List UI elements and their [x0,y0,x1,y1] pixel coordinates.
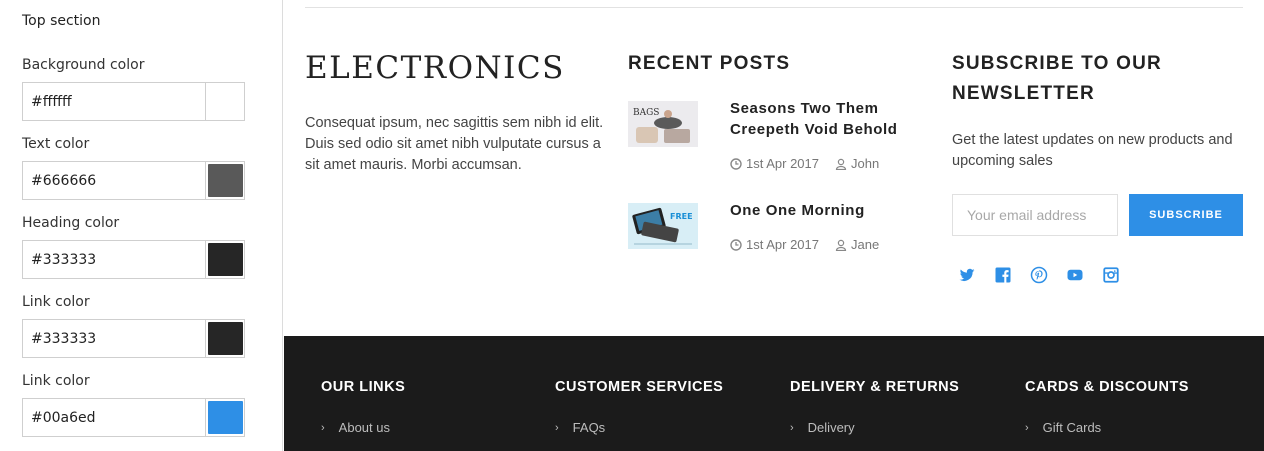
footer-link-delivery[interactable]: › Delivery [790,420,855,435]
footer-heading-cards-discounts: CARDS & DISCOUNTS [1025,379,1189,395]
heading-color-swatch-button[interactable] [205,241,244,278]
link-hover-color-swatch-button[interactable] [205,399,244,436]
brand-description: Consequat ipsum, nec sagittis sem nibh i… [305,115,604,173]
text-color-swatch-button[interactable] [205,162,244,199]
brand-name: ELECTRONICS [305,50,565,86]
social-links [958,266,1120,284]
post-author[interactable]: John [851,156,879,171]
footer-link-gift-cards[interactable]: › Gift Cards [1025,420,1101,435]
chevron-right-icon: › [1025,421,1029,434]
chevron-right-icon: › [790,421,794,434]
footer: OUR LINKS › About us CUSTOMER SERVICES ›… [284,336,1264,451]
newsletter-heading-line2: NEWSLETTER [952,83,1095,104]
link-color-input[interactable] [23,320,205,357]
newsletter-heading: SUBSCRIBE TO OUR NEWSLETTER [952,49,1162,109]
link-hover-color-swatch[interactable] [207,401,243,434]
post-thumbnail[interactable]: BAGS [628,101,698,147]
post-author[interactable]: Jane [851,237,879,252]
theme-preview: ELECTRONICS Consequat ipsum, nec sagitti… [284,0,1264,451]
background-color-label: Background color [22,57,145,73]
chevron-right-icon: › [321,421,325,434]
link-hover-color-input[interactable] [23,399,205,436]
heading-color-swatch[interactable] [207,243,243,276]
footer-link-label[interactable]: Delivery [808,420,855,435]
user-icon [835,239,847,251]
clock-icon [730,238,742,251]
link-color-field[interactable] [22,319,245,358]
facebook-icon[interactable] [994,266,1012,284]
panel-title: Top section [22,13,101,29]
footer-heading-our-links: OUR LINKS [321,379,406,395]
text-color-swatch[interactable] [207,164,243,197]
recent-posts-heading: RECENT POSTS [628,53,791,74]
subscribe-button[interactable]: SUBSCRIBE [1129,194,1243,236]
link-hover-color-field[interactable] [22,398,245,437]
text-color-field[interactable] [22,161,245,200]
post-item[interactable]: FREE One One Morning 1st Apr 2017 Jane [628,200,928,283]
footer-link-label[interactable]: Gift Cards [1043,420,1102,435]
post-meta: 1st Apr 2017 John [730,156,879,171]
background-color-input[interactable] [23,83,205,120]
post-title[interactable]: Seasons Two Them Creepeth Void Behold [730,98,920,140]
heading-color-label: Heading color [22,215,120,231]
link-color-label: Link color [22,294,90,310]
post-date: 1st Apr 2017 [746,237,819,252]
svg-text:FREE: FREE [670,212,693,221]
footer-heading-delivery-returns: DELIVERY & RETURNS [790,379,960,395]
heading-color-field[interactable] [22,240,245,279]
heading-color-input[interactable] [23,241,205,278]
post-meta: 1st Apr 2017 Jane [730,237,879,252]
twitter-icon[interactable] [958,266,976,284]
newsletter-heading-line1: SUBSCRIBE TO OUR [952,53,1162,74]
post-thumbnail[interactable]: FREE [628,203,698,249]
link-hover-color-label: Link color [22,373,90,389]
settings-panel: Top section Background color Text color … [0,0,283,451]
post-title[interactable]: One One Morning [730,200,920,221]
text-color-label: Text color [22,136,90,152]
newsletter-description: Get the latest updates on new products a… [952,132,1233,169]
instagram-icon[interactable] [1102,266,1120,284]
post-date: 1st Apr 2017 [746,156,819,171]
divider [305,7,1243,8]
pinterest-icon[interactable] [1030,266,1048,284]
text-color-input[interactable] [23,162,205,199]
background-color-swatch[interactable] [207,85,243,118]
link-color-swatch[interactable] [207,322,243,355]
footer-link-label[interactable]: About us [339,420,390,435]
footer-link-faqs[interactable]: › FAQs [555,420,605,435]
user-icon [835,158,847,170]
footer-link-label[interactable]: FAQs [573,420,606,435]
thumb-text: BAGS [633,108,659,118]
background-color-field[interactable] [22,82,245,121]
footer-link-about-us[interactable]: › About us [321,420,390,435]
background-color-swatch-button[interactable] [205,83,244,120]
footer-heading-customer-services: CUSTOMER SERVICES [555,379,724,395]
clock-icon [730,157,742,170]
chevron-right-icon: › [555,421,559,434]
link-color-swatch-button[interactable] [205,320,244,357]
email-input[interactable] [952,194,1118,236]
youtube-icon[interactable] [1066,266,1084,284]
post-item[interactable]: BAGS Seasons Two Them Creepeth Void Beho… [628,98,928,181]
